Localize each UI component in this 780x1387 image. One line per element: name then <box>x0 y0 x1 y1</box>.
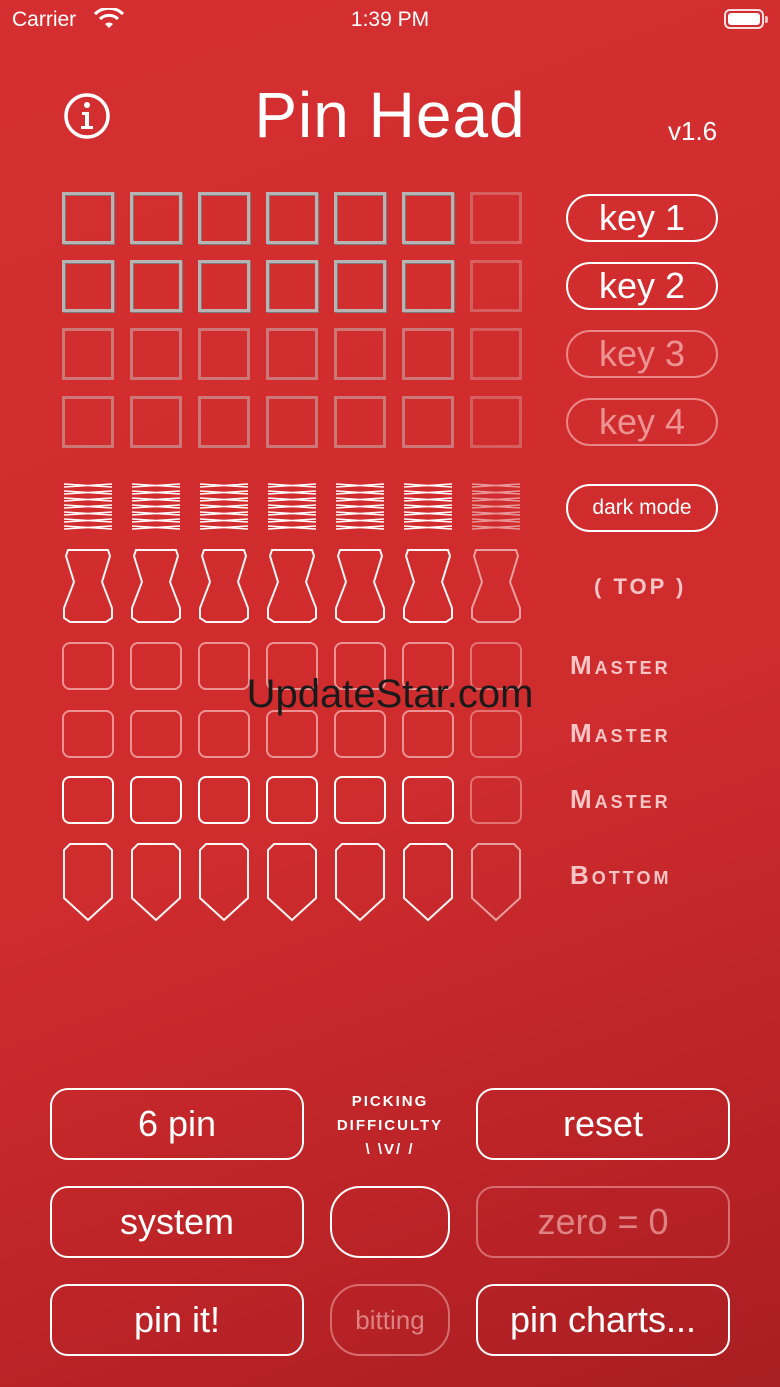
spring-icon <box>335 483 385 530</box>
version-label: v1.6 <box>668 116 718 146</box>
key-cut-cell[interactable] <box>402 328 454 380</box>
master-pin-cell[interactable] <box>62 776 114 824</box>
zero-button[interactable]: zero = 0 <box>476 1186 730 1258</box>
difficulty-indicator: \ \V/ / <box>365 1141 415 1158</box>
app-title: Pin Head <box>254 79 526 151</box>
bottom-row-label: Bottom <box>570 860 672 890</box>
key-cut-cell[interactable] <box>62 192 114 244</box>
key-cut-cell[interactable] <box>198 328 250 380</box>
key-cut-cell[interactable] <box>266 396 318 448</box>
key-cut-cell[interactable] <box>198 192 250 244</box>
top-pin-icon[interactable] <box>334 548 386 624</box>
top-pin-icon[interactable] <box>130 548 182 624</box>
master-pin-cell[interactable] <box>198 710 250 758</box>
bitting-button[interactable]: bitting <box>330 1284 450 1356</box>
key-cut-cell[interactable] <box>62 396 114 448</box>
reset-button[interactable]: reset <box>476 1088 730 1160</box>
key-cut-cell[interactable] <box>198 396 250 448</box>
spring-icon <box>199 483 249 530</box>
system-button[interactable]: system <box>50 1186 304 1258</box>
pin-count-button[interactable]: 6 pin <box>50 1088 304 1160</box>
master-pin-cell[interactable] <box>470 710 522 758</box>
key-cut-cell[interactable] <box>130 396 182 448</box>
master-pin-cell[interactable] <box>62 710 114 758</box>
master-pin-cell[interactable] <box>198 776 250 824</box>
master-pin-cell[interactable] <box>402 710 454 758</box>
master-pin-cell[interactable] <box>130 710 182 758</box>
top-row-label: ( TOP ) <box>594 574 687 599</box>
key-cut-cell[interactable] <box>470 192 522 244</box>
master-pin-cell[interactable] <box>334 776 386 824</box>
bottom-pin-icon[interactable] <box>130 842 182 922</box>
key-cut-cell[interactable] <box>130 260 182 312</box>
spring-icon <box>403 483 453 530</box>
key-4-button[interactable]: key 4 <box>566 398 718 446</box>
key-cut-cell[interactable] <box>402 260 454 312</box>
key-cut-cell[interactable] <box>334 192 386 244</box>
key-cut-cell[interactable] <box>130 328 182 380</box>
bottom-pin-icon[interactable] <box>402 842 454 922</box>
top-pin-icon[interactable] <box>62 548 114 624</box>
key-cut-cell[interactable] <box>470 396 522 448</box>
clock: 1:39 PM <box>350 8 430 31</box>
key-cut-cell[interactable] <box>334 396 386 448</box>
difficulty-line-2: DIFFICULTY <box>336 1117 444 1134</box>
top-pin-icon[interactable] <box>470 548 522 624</box>
bottom-pin-icon[interactable] <box>62 842 114 922</box>
picking-difficulty-label: PICKING DIFFICULTY \ \V/ / <box>318 1090 462 1162</box>
key-1-button[interactable]: key 1 <box>566 194 718 242</box>
spring-icon <box>131 483 181 530</box>
key-2-button[interactable]: key 2 <box>566 262 718 310</box>
top-pin-icon[interactable] <box>266 548 318 624</box>
key-cut-cell[interactable] <box>402 192 454 244</box>
key-3-button[interactable]: key 3 <box>566 330 718 378</box>
key-cut-cell[interactable] <box>470 328 522 380</box>
key-cut-cell[interactable] <box>266 192 318 244</box>
master-pin-cell[interactable] <box>266 710 318 758</box>
key-cut-cell[interactable] <box>266 328 318 380</box>
bottom-pin-icon[interactable] <box>334 842 386 922</box>
key-cut-cell[interactable] <box>334 328 386 380</box>
blank-button[interactable] <box>330 1186 450 1258</box>
pin-charts-button[interactable]: pin charts... <box>476 1284 730 1356</box>
dark-mode-button[interactable]: dark mode <box>566 484 718 532</box>
master-row-label-3: Master <box>570 784 671 814</box>
spring-icon <box>267 483 317 530</box>
key-cut-cell[interactable] <box>402 396 454 448</box>
bottom-pin-icon[interactable] <box>266 842 318 922</box>
top-pin-icon[interactable] <box>402 548 454 624</box>
bottom-pin-icon[interactable] <box>198 842 250 922</box>
spring-icon <box>471 483 521 530</box>
key-cut-cell[interactable] <box>266 260 318 312</box>
spring-icon <box>63 483 113 530</box>
watermark-text: UpdateStar.com <box>246 672 534 716</box>
master-row-label-2: Master <box>570 718 671 748</box>
master-pin-cell[interactable] <box>266 776 318 824</box>
master-pin-cell[interactable] <box>334 710 386 758</box>
master-pin-cell[interactable] <box>470 776 522 824</box>
battery-icon <box>724 9 768 29</box>
key-cut-cell[interactable] <box>62 328 114 380</box>
key-cut-cell[interactable] <box>130 192 182 244</box>
key-cut-cell[interactable] <box>62 260 114 312</box>
bottom-pin-icon[interactable] <box>470 842 522 922</box>
pin-it-button[interactable]: pin it! <box>50 1284 304 1356</box>
key-cut-cell[interactable] <box>470 260 522 312</box>
difficulty-line-1: PICKING <box>351 1093 429 1110</box>
master-pin-cell[interactable] <box>402 776 454 824</box>
top-pin-icon[interactable] <box>198 548 250 624</box>
master-pin-cell[interactable] <box>130 776 182 824</box>
key-cut-cell[interactable] <box>334 260 386 312</box>
key-cut-cell[interactable] <box>198 260 250 312</box>
